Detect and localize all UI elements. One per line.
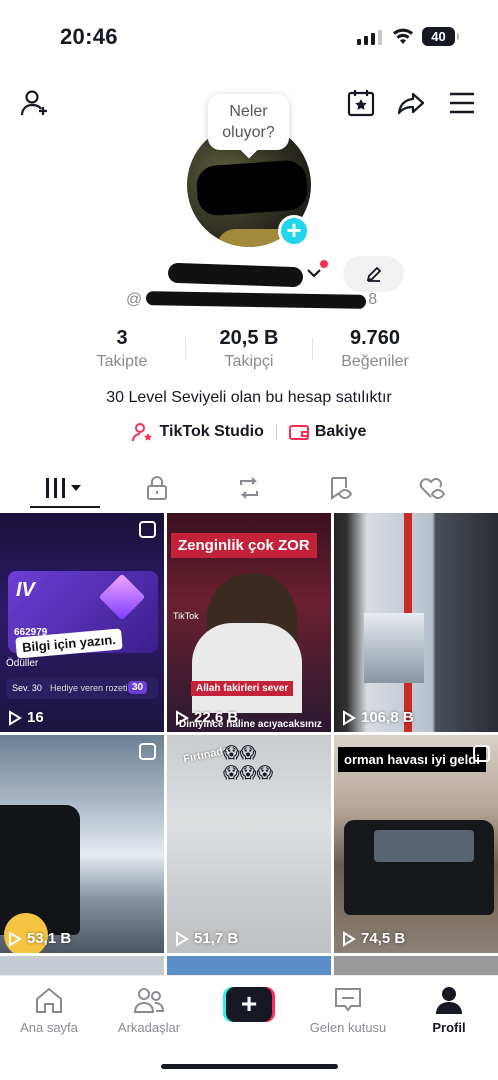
wifi-icon bbox=[393, 28, 413, 44]
video-tile[interactable]: orman havası iyi geldi 74,5 B bbox=[334, 735, 498, 953]
handle: @8 bbox=[126, 291, 378, 309]
view-count: 106,8 B bbox=[342, 709, 414, 726]
home-icon bbox=[36, 987, 62, 1013]
divider bbox=[185, 338, 186, 360]
signal-icon bbox=[357, 30, 382, 45]
status-bubble[interactable]: Neler oluyor? bbox=[208, 94, 289, 150]
share-icon[interactable] bbox=[394, 86, 428, 120]
wallet-icon bbox=[288, 425, 309, 440]
tab-private[interactable] bbox=[122, 468, 192, 508]
balance-link[interactable]: Bakiye bbox=[288, 423, 366, 441]
nav-profile[interactable]: Profil bbox=[404, 984, 494, 1035]
video-tile[interactable] bbox=[167, 956, 331, 975]
create-button[interactable]: + bbox=[223, 987, 275, 1022]
divider bbox=[312, 338, 313, 360]
nav-inbox[interactable]: Gelen kutusu bbox=[303, 984, 393, 1035]
play-icon bbox=[176, 930, 189, 947]
notification-dot bbox=[320, 260, 328, 268]
play-icon bbox=[343, 930, 356, 947]
repost-icon bbox=[240, 477, 258, 499]
view-count: 74,5 B bbox=[342, 930, 405, 947]
video-tile[interactable]: Fırtınada 😱😱 😱😱😱 51,7 B bbox=[167, 735, 331, 953]
username: S bbox=[167, 262, 304, 288]
tab-favorites[interactable] bbox=[306, 468, 376, 508]
play-icon bbox=[9, 930, 22, 947]
bio: 30 Level Seviyeli olan bu hesap satılıkt… bbox=[106, 389, 392, 406]
emoji-row: 😱😱 😱😱😱 bbox=[223, 745, 274, 782]
video-tile[interactable]: 53,1 B bbox=[0, 735, 164, 953]
friends-icon bbox=[133, 988, 165, 1013]
play-icon bbox=[9, 709, 22, 726]
edit-profile-button[interactable] bbox=[343, 256, 404, 292]
chevron-down-icon[interactable] bbox=[306, 266, 322, 280]
status-bar: 20:46 40 bbox=[0, 0, 498, 70]
battery-icon: 40 bbox=[422, 27, 459, 46]
stat-likes[interactable]: 9.760 Beğeniler bbox=[330, 327, 420, 371]
video-tile[interactable] bbox=[0, 956, 164, 975]
profile-links: TikTok Studio Bakiye bbox=[0, 422, 498, 442]
play-icon bbox=[343, 709, 356, 726]
nav-friends[interactable]: Arkadaşlar bbox=[104, 984, 194, 1035]
video-tile[interactable]: IV 662979 Bilgi için yazın. Ödüller Sev.… bbox=[0, 513, 164, 732]
home-indicator bbox=[161, 1064, 338, 1069]
video-tile[interactable]: 106,8 B bbox=[334, 513, 498, 732]
nav-home[interactable]: Ana sayfa bbox=[4, 984, 94, 1035]
tab-videos[interactable] bbox=[30, 468, 100, 508]
add-story-button[interactable]: + bbox=[278, 215, 310, 247]
video-tile[interactable]: Zenginlik çok ZOR TikTok Allah fakirleri… bbox=[167, 513, 331, 732]
tab-indicator bbox=[30, 506, 100, 508]
bookmark-eye-icon bbox=[331, 477, 353, 500]
status-time: 20:46 bbox=[60, 24, 118, 49]
view-count: 16 bbox=[8, 709, 44, 726]
view-count: 22,6 B bbox=[175, 709, 238, 726]
view-count: 53,1 B bbox=[8, 930, 71, 947]
stat-following[interactable]: 3 Takipte bbox=[80, 327, 164, 371]
tiktok-studio-link[interactable]: TikTok Studio bbox=[131, 422, 264, 442]
view-count: 51,7 B bbox=[175, 930, 238, 947]
pinned-icon bbox=[139, 521, 156, 538]
content-tabs bbox=[0, 468, 498, 510]
play-icon bbox=[176, 709, 189, 726]
tab-reposts[interactable] bbox=[214, 468, 284, 508]
calendar-star-icon[interactable] bbox=[344, 86, 378, 120]
pencil-icon bbox=[366, 266, 381, 282]
person-star-icon bbox=[131, 423, 152, 442]
heart-eye-icon bbox=[419, 478, 446, 500]
pinned-icon bbox=[139, 743, 156, 760]
lock-icon bbox=[147, 476, 167, 500]
tab-liked[interactable] bbox=[398, 468, 468, 508]
pinned-icon bbox=[473, 745, 490, 762]
menu-icon[interactable] bbox=[445, 86, 479, 120]
grid-icon bbox=[46, 478, 81, 498]
profile-icon bbox=[436, 987, 462, 1014]
video-tile[interactable] bbox=[334, 956, 498, 975]
inbox-icon bbox=[335, 988, 361, 1012]
add-friend-icon[interactable] bbox=[18, 86, 52, 120]
stat-followers[interactable]: 20,5 B Takipçi bbox=[206, 327, 292, 371]
